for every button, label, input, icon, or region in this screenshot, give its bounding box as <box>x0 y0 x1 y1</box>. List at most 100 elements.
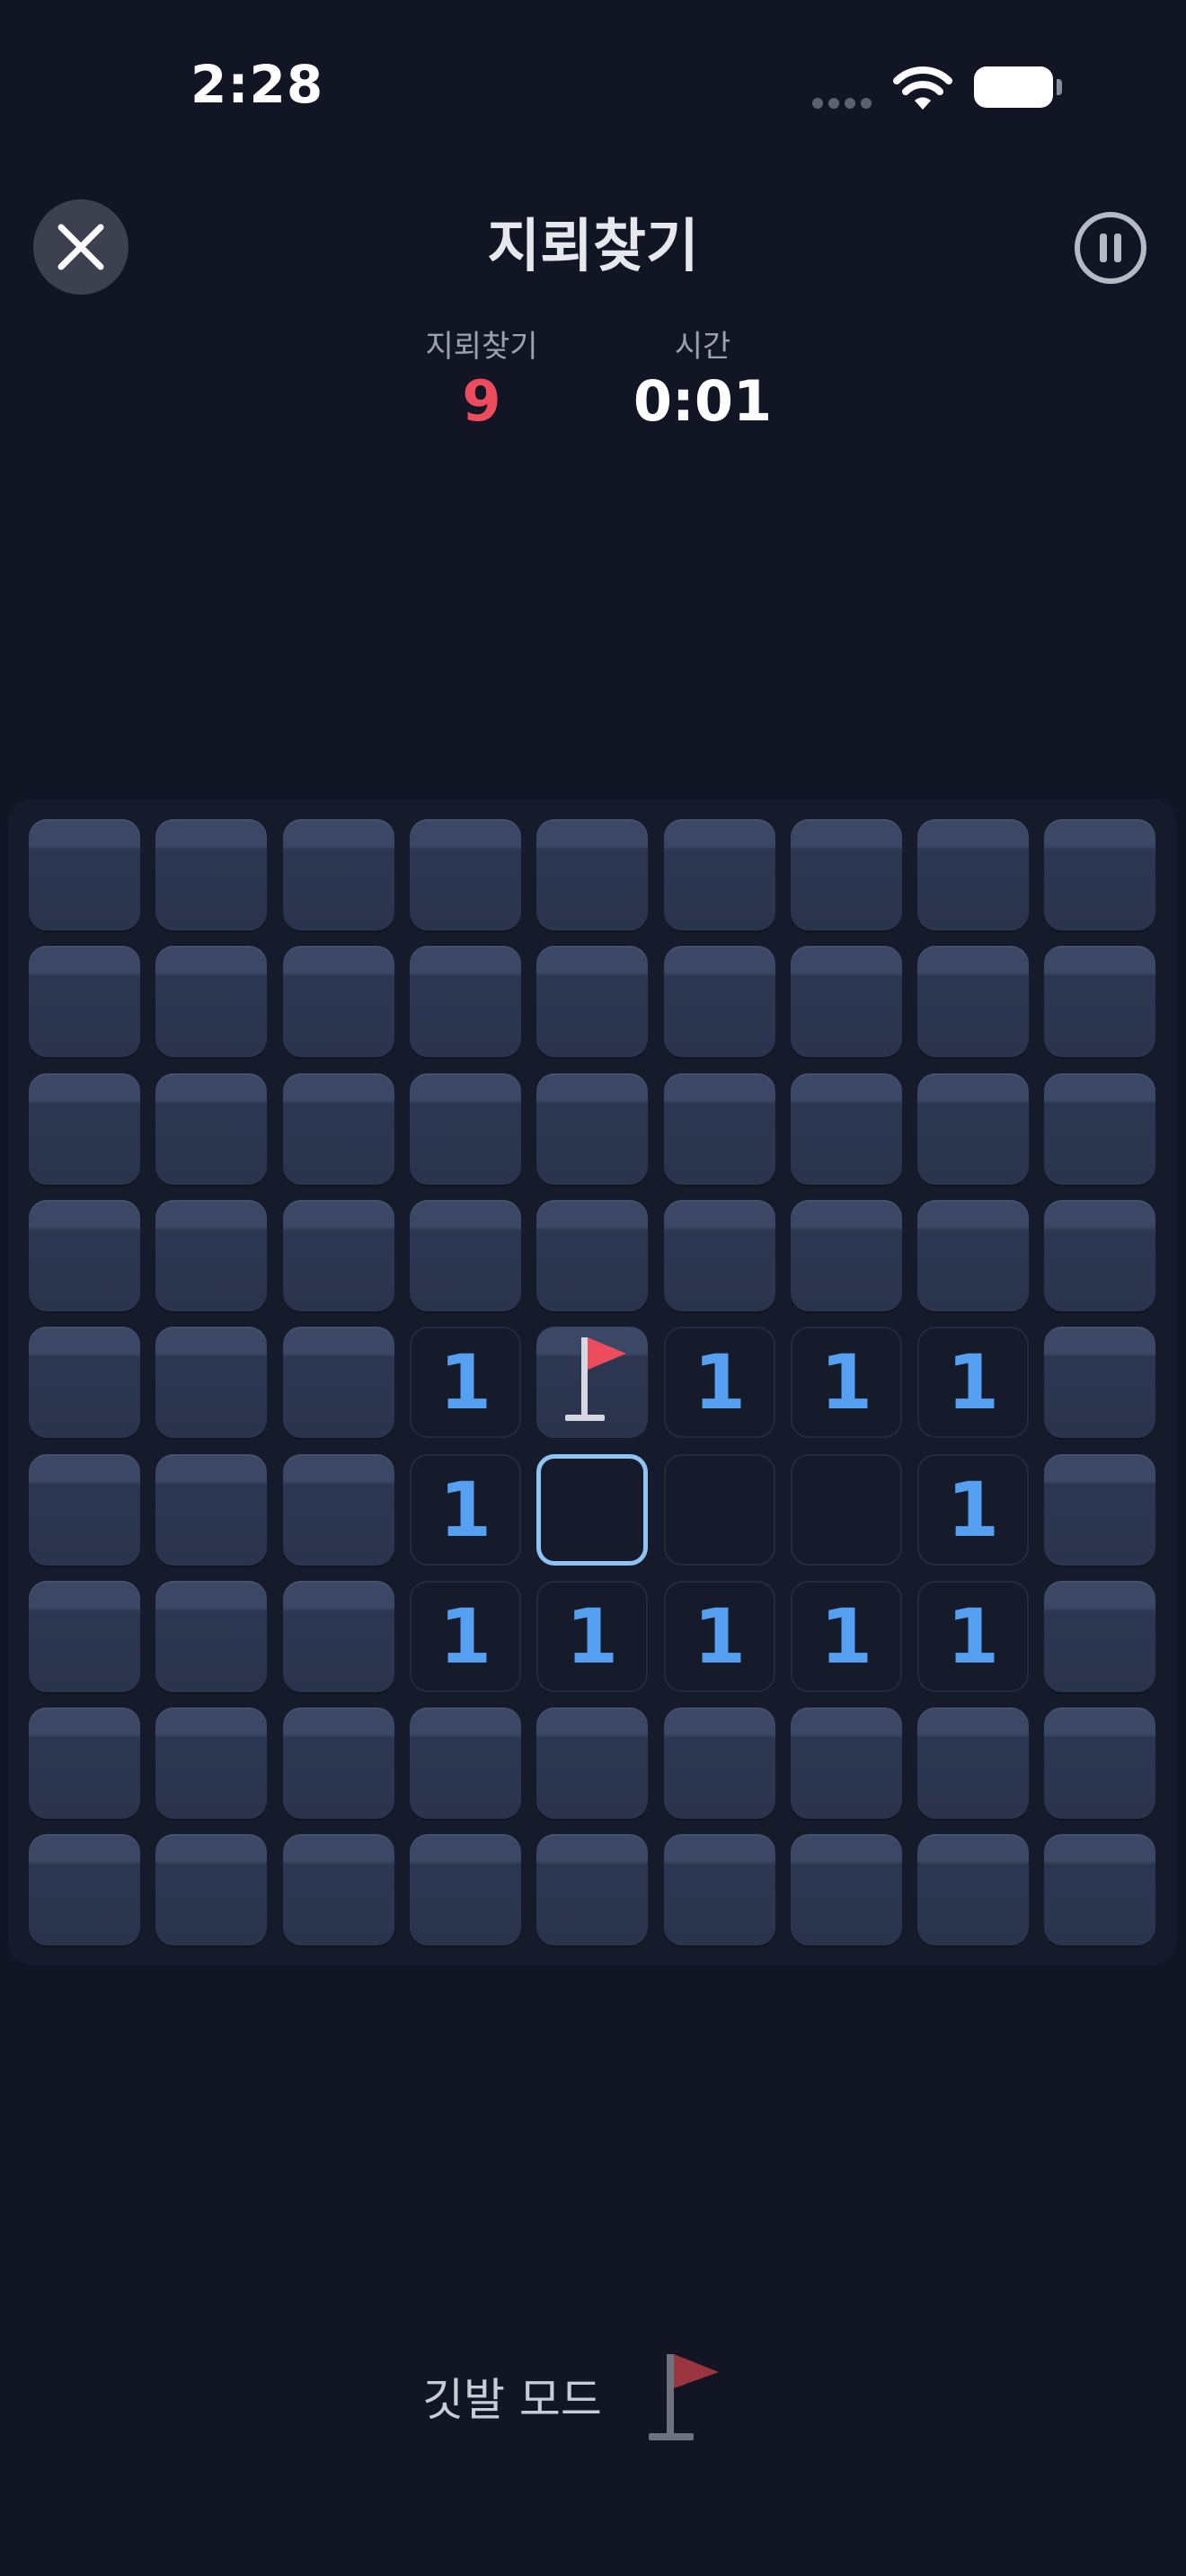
cell-hidden[interactable] <box>283 1327 394 1438</box>
cell-hidden[interactable] <box>410 1200 521 1311</box>
cell-hidden[interactable] <box>664 1073 775 1185</box>
cell-revealed[interactable] <box>791 1454 902 1566</box>
cell-hidden[interactable] <box>664 1707 775 1819</box>
cell-revealed[interactable]: 1 <box>791 1581 902 1692</box>
cell-hidden[interactable] <box>155 946 267 1057</box>
pause-button[interactable] <box>1066 203 1155 293</box>
cell-hidden[interactable] <box>1044 819 1155 931</box>
cell-number: 1 <box>693 1338 747 1426</box>
cell-hidden[interactable] <box>536 1073 648 1185</box>
cell-hidden[interactable] <box>1044 946 1155 1057</box>
close-button[interactable] <box>33 199 128 295</box>
cell-hidden[interactable] <box>536 819 648 931</box>
cell-hidden[interactable] <box>155 1834 267 1945</box>
cell-revealed[interactable] <box>664 1454 775 1566</box>
cell-hidden[interactable] <box>29 1454 140 1566</box>
cell-hidden[interactable] <box>29 1327 140 1438</box>
cell-hidden[interactable] <box>410 1834 521 1945</box>
cell-hidden[interactable] <box>283 1454 394 1566</box>
cell-hidden[interactable] <box>283 819 394 931</box>
cell-revealed[interactable]: 1 <box>917 1327 1029 1438</box>
cell-number: 1 <box>438 1466 492 1554</box>
cell-revealed[interactable]: 1 <box>410 1327 521 1438</box>
cell-hidden[interactable] <box>791 1834 902 1945</box>
cell-hidden[interactable] <box>791 819 902 931</box>
cell-number: 1 <box>565 1592 619 1681</box>
cell-hidden[interactable] <box>664 1200 775 1311</box>
cell-hidden[interactable] <box>791 1073 902 1185</box>
flag-mode-toggle[interactable]: 깃발 모드 <box>422 2342 728 2450</box>
cell-hidden[interactable] <box>155 1073 267 1185</box>
cell-hidden[interactable] <box>29 1581 140 1692</box>
cell-hidden[interactable] <box>536 1200 648 1311</box>
mine-counter-value: 9 <box>462 368 501 434</box>
cell-revealed[interactable]: 1 <box>536 1581 648 1692</box>
cell-revealed[interactable]: 1 <box>917 1454 1029 1566</box>
cell-revealed[interactable]: 1 <box>917 1581 1029 1692</box>
cell-hidden[interactable] <box>536 946 648 1057</box>
mine-counter: 지뢰찾기 9 <box>374 325 589 435</box>
cell-hidden[interactable] <box>155 1327 267 1438</box>
cell-hidden[interactable] <box>410 1707 521 1819</box>
cell-hidden[interactable] <box>29 946 140 1057</box>
cell-hidden[interactable] <box>283 1707 394 1819</box>
cell-hidden[interactable] <box>283 1073 394 1185</box>
cell-hidden[interactable] <box>29 819 140 931</box>
cell-hidden[interactable] <box>917 1073 1029 1185</box>
cell-hidden[interactable] <box>917 946 1029 1057</box>
cell-revealed[interactable]: 1 <box>664 1327 775 1438</box>
cell-hidden[interactable] <box>155 1581 267 1692</box>
cell-hidden[interactable] <box>664 1834 775 1945</box>
timer-value: 0:01 <box>633 368 773 434</box>
mine-counter-label: 지뢰찾기 <box>425 329 538 365</box>
cell-revealed[interactable]: 1 <box>410 1581 521 1692</box>
cell-hidden[interactable] <box>155 1707 267 1819</box>
cell-hidden[interactable] <box>29 1200 140 1311</box>
cell-hidden[interactable] <box>283 1834 394 1945</box>
cell-hidden[interactable] <box>791 946 902 1057</box>
cell-hidden[interactable] <box>536 1834 648 1945</box>
cell-hidden[interactable] <box>917 1707 1029 1819</box>
cell-hidden[interactable] <box>1044 1834 1155 1945</box>
battery-icon <box>974 66 1064 108</box>
cell-revealed[interactable]: 1 <box>410 1454 521 1566</box>
cell-hidden[interactable] <box>917 1834 1029 1945</box>
timer-label: 시간 <box>674 329 731 365</box>
cell-revealed[interactable]: 1 <box>791 1327 902 1438</box>
cell-hidden[interactable] <box>29 1073 140 1185</box>
cell-number: 1 <box>438 1338 492 1426</box>
cell-hidden[interactable] <box>791 1200 902 1311</box>
cell-number: 1 <box>946 1466 1000 1554</box>
cell-hidden[interactable] <box>1044 1454 1155 1566</box>
cell-selected[interactable] <box>536 1454 648 1566</box>
cell-hidden[interactable] <box>791 1707 902 1819</box>
cell-hidden[interactable] <box>536 1707 648 1819</box>
cell-hidden[interactable] <box>155 1454 267 1566</box>
cell-hidden[interactable] <box>155 819 267 931</box>
cell-hidden[interactable] <box>1044 1707 1155 1819</box>
cell-hidden[interactable] <box>283 1581 394 1692</box>
cell-hidden[interactable] <box>1044 1327 1155 1438</box>
cell-hidden[interactable] <box>29 1834 140 1945</box>
wifi-icon <box>893 65 952 111</box>
cell-hidden[interactable] <box>29 1707 140 1819</box>
status-time: 2:28 <box>190 54 324 115</box>
cellular-signal-icon <box>812 95 877 110</box>
cell-hidden[interactable] <box>410 1073 521 1185</box>
cell-hidden[interactable] <box>1044 1581 1155 1692</box>
cell-hidden[interactable] <box>664 819 775 931</box>
cell-hidden[interactable] <box>410 946 521 1057</box>
cell-hidden[interactable] <box>1044 1200 1155 1311</box>
cell-number: 1 <box>946 1338 1000 1426</box>
cell-hidden[interactable] <box>1044 1073 1155 1185</box>
cell-hidden[interactable] <box>917 1200 1029 1311</box>
cell-revealed[interactable]: 1 <box>664 1581 775 1692</box>
flag-mode-label: 깃발 모드 <box>422 2374 602 2426</box>
cell-hidden[interactable] <box>917 819 1029 931</box>
cell-hidden[interactable] <box>664 946 775 1057</box>
cell-hidden[interactable] <box>283 1200 394 1311</box>
cell-hidden[interactable] <box>155 1200 267 1311</box>
cell-flagged[interactable] <box>536 1327 648 1438</box>
cell-hidden[interactable] <box>283 946 394 1057</box>
cell-hidden[interactable] <box>410 819 521 931</box>
